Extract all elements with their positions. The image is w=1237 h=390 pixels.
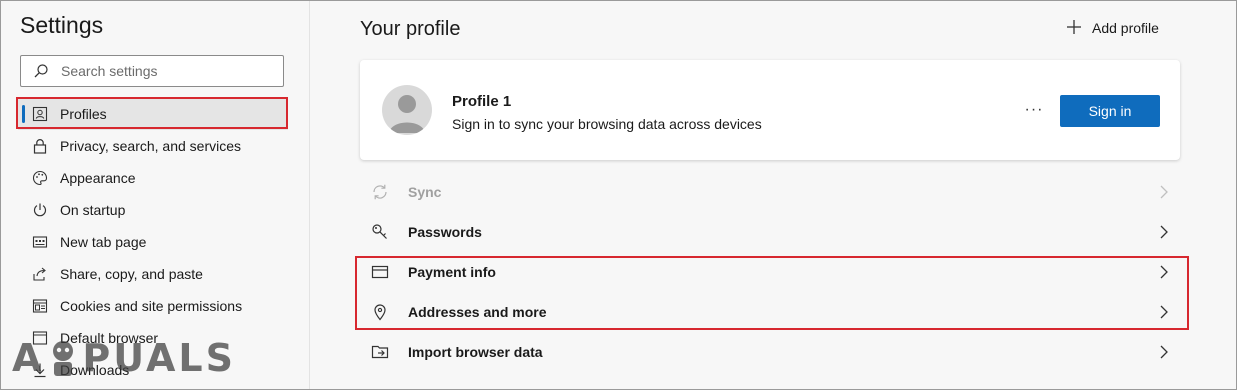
import-icon — [360, 332, 400, 372]
chevron-right-icon — [1156, 344, 1172, 360]
search-box[interactable] — [20, 55, 284, 87]
avatar — [382, 85, 432, 135]
sign-in-button[interactable]: Sign in — [1060, 95, 1160, 127]
search-input[interactable] — [61, 63, 271, 79]
row-passwords[interactable]: Passwords — [360, 212, 1180, 252]
row-label: Import browser data — [408, 344, 543, 360]
sidebar-item-label: Profiles — [60, 106, 107, 122]
row-sync[interactable]: Sync — [360, 172, 1180, 212]
chevron-right-icon — [1156, 264, 1172, 280]
sidebar-title: Settings — [20, 12, 104, 38]
sync-icon — [360, 172, 400, 212]
add-profile-button[interactable]: Add profile — [1066, 16, 1159, 40]
sidebar-item-appearance[interactable]: Appearance — [0, 162, 310, 194]
row-import-browser-data[interactable]: Import browser data — [360, 332, 1180, 372]
palette-icon — [30, 168, 50, 188]
profile-icon — [30, 104, 50, 124]
row-label: Passwords — [408, 224, 482, 240]
browser-icon — [30, 328, 50, 348]
profile-card: Profile 1 Sign in to sync your browsing … — [360, 60, 1180, 160]
sidebar-item-on-startup[interactable]: On startup — [0, 194, 310, 226]
main-content: Your profile Add profile Profile 1 Sign … — [311, 0, 1237, 390]
sidebar-item-privacy[interactable]: Privacy, search, and services — [0, 130, 310, 162]
share-icon — [30, 264, 50, 284]
add-profile-label: Add profile — [1092, 20, 1159, 36]
power-icon — [30, 200, 50, 220]
sidebar-item-downloads[interactable]: Downloads — [0, 354, 310, 386]
sidebar-item-label: Default browser — [60, 330, 159, 346]
sidebar-item-label: Downloads — [60, 362, 130, 378]
page-title: Your profile — [360, 18, 461, 40]
sidebar-item-label: Cookies and site permissions — [60, 298, 243, 314]
lock-icon — [30, 136, 50, 156]
row-payment-info[interactable]: Payment info — [360, 252, 1180, 292]
sidebar-item-default-browser[interactable]: Default browser — [0, 322, 310, 354]
card-icon — [360, 252, 400, 292]
profile-name: Profile 1 — [452, 93, 512, 110]
row-label: Addresses and more — [408, 304, 547, 320]
sidebar-item-label: Appearance — [60, 170, 136, 186]
chevron-right-icon — [1156, 224, 1172, 240]
search-icon — [21, 63, 61, 79]
cookies-icon — [30, 296, 50, 316]
sidebar-item-cookies[interactable]: Cookies and site permissions — [0, 290, 310, 322]
key-icon — [360, 212, 400, 252]
newtab-icon — [30, 232, 50, 252]
download-icon — [30, 360, 50, 380]
sidebar-item-new-tab-page[interactable]: New tab page — [0, 226, 310, 258]
sidebar-item-label: On startup — [60, 202, 126, 218]
chevron-right-icon — [1156, 184, 1172, 200]
sidebar-item-label: New tab page — [60, 234, 147, 250]
sidebar-item-label: Share, copy, and paste — [60, 266, 203, 282]
sidebar-item-profiles[interactable]: Profiles — [18, 98, 288, 130]
row-label: Sync — [408, 184, 442, 200]
row-addresses[interactable]: Addresses and more — [360, 292, 1180, 332]
sidebar-item-label: Privacy, search, and services — [60, 138, 242, 154]
row-label: Payment info — [408, 264, 496, 280]
location-pin-icon — [360, 292, 400, 332]
plus-icon — [1066, 19, 1082, 38]
chevron-right-icon — [1156, 304, 1172, 320]
profile-subtitle: Sign in to sync your browsing data acros… — [452, 116, 762, 132]
sidebar-nav: Profiles Privacy, search, and services A… — [0, 98, 310, 386]
profile-settings-list: Sync Passwords Payment info Addresses an… — [360, 172, 1180, 372]
more-options-button[interactable]: ··· — [1020, 98, 1048, 122]
settings-sidebar: Settings Profiles Privacy, search, and s… — [0, 0, 310, 390]
sidebar-item-share-copy-paste[interactable]: Share, copy, and paste — [0, 258, 310, 290]
